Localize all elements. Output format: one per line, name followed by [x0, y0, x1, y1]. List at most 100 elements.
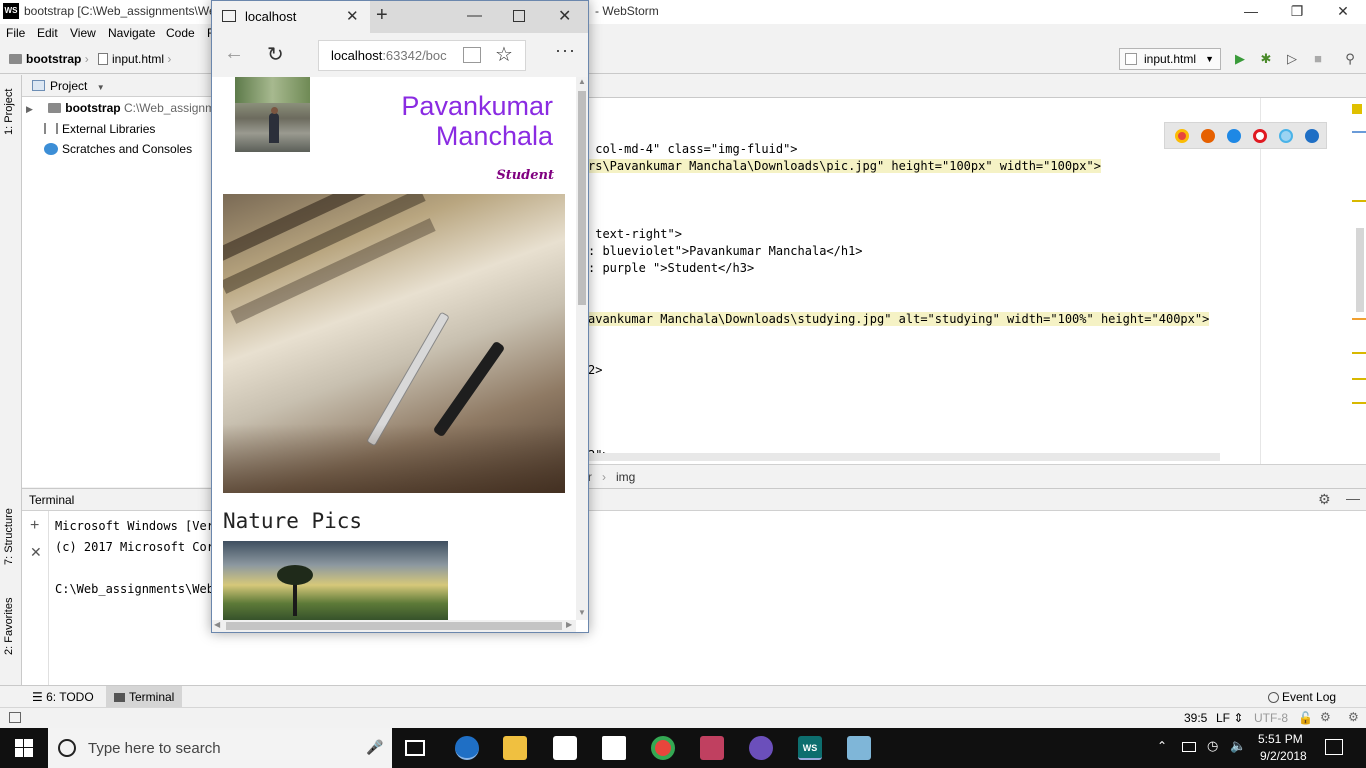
- firefox-icon[interactable]: [1201, 129, 1215, 143]
- gear-icon[interactable]: ⚙: [1320, 710, 1331, 724]
- browser-minimize-button[interactable]: —: [467, 7, 482, 24]
- inspection-status-icon[interactable]: [1352, 104, 1362, 114]
- windows-start-icon[interactable]: [15, 739, 33, 757]
- app-icon[interactable]: [749, 736, 773, 760]
- hscroll-thumb[interactable]: [226, 622, 562, 630]
- new-session-icon[interactable]: +: [30, 517, 39, 535]
- debug-icon[interactable]: ✱: [1258, 51, 1274, 67]
- lock-icon[interactable]: 🔓: [1298, 711, 1313, 725]
- windows-taskbar: Type here to search 🎤 WS ⌃ ◷ 🔈 5:51 PM 9…: [0, 728, 1366, 768]
- menu-code[interactable]: Code: [166, 26, 195, 40]
- chevron-right-icon: ▶: [26, 104, 33, 114]
- ie-icon[interactable]: [1279, 129, 1293, 143]
- battery-icon[interactable]: [1182, 742, 1196, 752]
- browser-maximize-button[interactable]: [513, 10, 525, 22]
- taskbar-search-box[interactable]: Type here to search 🎤: [48, 728, 392, 768]
- breadcrumb-img[interactable]: img: [616, 470, 635, 484]
- folder-icon: [9, 54, 22, 64]
- opera-icon[interactable]: [1253, 129, 1267, 143]
- reading-view-icon[interactable]: [463, 47, 481, 63]
- stop-icon[interactable]: ■: [1310, 51, 1326, 67]
- caret-position[interactable]: 39:5: [1184, 711, 1207, 725]
- run-icon[interactable]: ▶: [1232, 51, 1248, 67]
- code-editor[interactable]: col-md-4" class="img-fluid"> rs\Pavankum…: [588, 98, 1366, 464]
- paint-icon[interactable]: [700, 736, 724, 760]
- task-view-icon[interactable]: [405, 740, 425, 756]
- refresh-button[interactable]: ↻: [267, 42, 284, 67]
- store-icon[interactable]: [553, 736, 577, 760]
- microphone-icon[interactable]: 🎤: [366, 739, 383, 756]
- clock-date[interactable]: 9/2/2018: [1260, 749, 1307, 763]
- project-panel-header[interactable]: Project ▼: [22, 75, 222, 97]
- editor-horizontal-scrollbar[interactable]: [588, 453, 1220, 461]
- browser-horizontal-scrollbar[interactable]: ◀ ▶: [212, 620, 576, 632]
- error-stripe-marker: [1352, 200, 1366, 202]
- clock-time[interactable]: 5:51 PM: [1258, 732, 1303, 746]
- gear-icon[interactable]: ⚙: [1318, 491, 1331, 508]
- safari-icon[interactable]: [1227, 129, 1241, 143]
- ide-minimize-button[interactable]: —: [1228, 0, 1274, 24]
- edge-app-icon[interactable]: [455, 736, 479, 760]
- terminal-title: Terminal: [29, 493, 75, 507]
- bottom-tool-bar: ☰ 6: TODO Terminal Event Log: [0, 685, 1366, 708]
- chrome-icon[interactable]: [1175, 129, 1189, 143]
- scroll-up-icon[interactable]: ▲: [578, 77, 586, 86]
- chrome-app-icon[interactable]: [651, 736, 675, 760]
- editor-vertical-scrollbar[interactable]: [1356, 228, 1364, 312]
- action-center-icon[interactable]: [1325, 739, 1343, 755]
- breadcrumb-file[interactable]: input.html ›: [98, 52, 171, 66]
- toggle-tool-windows-icon[interactable]: [9, 712, 21, 723]
- project-tool-tab[interactable]: 1: Project: [3, 89, 15, 135]
- favorite-star-icon[interactable]: ☆: [495, 42, 513, 67]
- run-configuration-select[interactable]: input.html ▼: [1119, 48, 1221, 70]
- wifi-icon[interactable]: ◷: [1207, 738, 1218, 754]
- coverage-icon[interactable]: ▷: [1284, 51, 1300, 67]
- tree-item-external-libraries[interactable]: External Libraries: [44, 122, 155, 136]
- scroll-left-icon[interactable]: ◀: [214, 620, 220, 629]
- browser-close-button[interactable]: ✕: [558, 6, 571, 26]
- hide-panel-icon[interactable]: —: [1346, 490, 1360, 506]
- close-tab-icon[interactable]: ✕: [346, 7, 359, 25]
- scroll-right-icon[interactable]: ▶: [566, 620, 572, 629]
- scroll-thumb[interactable]: [578, 91, 586, 305]
- close-session-icon[interactable]: ✕: [30, 544, 42, 561]
- browser-vertical-scrollbar[interactable]: ▲ ▼: [576, 77, 588, 620]
- notifications-icon[interactable]: ⚙: [1348, 710, 1359, 724]
- menu-navigate[interactable]: Navigate: [108, 26, 155, 40]
- tree-item-scratches[interactable]: Scratches and Consoles: [44, 142, 192, 156]
- file-encoding[interactable]: UTF-8: [1254, 711, 1288, 725]
- edge-icon[interactable]: [1305, 129, 1319, 143]
- event-log-tab[interactable]: Event Log: [1268, 690, 1336, 704]
- editor-tabs-bar: [588, 75, 1366, 98]
- volume-icon[interactable]: 🔈: [1230, 738, 1246, 754]
- scroll-down-icon[interactable]: ▼: [578, 608, 586, 617]
- line-separator[interactable]: LF ⇕: [1216, 711, 1243, 725]
- tree-item-bootstrap[interactable]: ▶ bootstrap C:\Web_assignm: [26, 101, 215, 115]
- menu-view[interactable]: View: [70, 26, 96, 40]
- ide-restore-button[interactable]: ❐: [1274, 0, 1320, 24]
- todo-tool-tab[interactable]: ☰ 6: TODO: [32, 690, 94, 704]
- cortana-icon: [58, 739, 76, 757]
- more-menu-icon[interactable]: ···: [555, 40, 576, 61]
- favorites-tool-tab[interactable]: 2: Favorites: [3, 598, 15, 655]
- ide-close-button[interactable]: ✕: [1320, 0, 1366, 24]
- error-stripe-marker: [1352, 402, 1366, 404]
- web-page-viewport[interactable]: Pavankumar Manchala Student Nature Pics: [212, 77, 576, 620]
- browser-tab[interactable]: localhost ✕: [212, 1, 370, 33]
- new-tab-button[interactable]: +: [376, 4, 388, 27]
- file-explorer-icon[interactable]: [503, 736, 527, 760]
- webstorm-app-icon[interactable]: WS: [798, 736, 822, 760]
- mail-icon[interactable]: [602, 736, 626, 760]
- back-button[interactable]: ←: [224, 42, 244, 65]
- breadcrumb-project[interactable]: bootstrap ›: [9, 52, 89, 66]
- notepad-icon[interactable]: [847, 736, 871, 760]
- structure-tool-tab[interactable]: 7: Structure: [3, 508, 15, 565]
- terminal-tool-tab[interactable]: Terminal: [106, 686, 183, 708]
- search-everywhere-icon[interactable]: ⚲: [1342, 51, 1358, 67]
- chevron-up-icon[interactable]: ⌃: [1157, 739, 1167, 753]
- menu-file[interactable]: File: [6, 26, 25, 40]
- nature-image: [223, 541, 448, 620]
- menu-edit[interactable]: Edit: [37, 26, 58, 40]
- search-placeholder: Type here to search: [88, 740, 221, 757]
- project-view-icon: [32, 80, 45, 91]
